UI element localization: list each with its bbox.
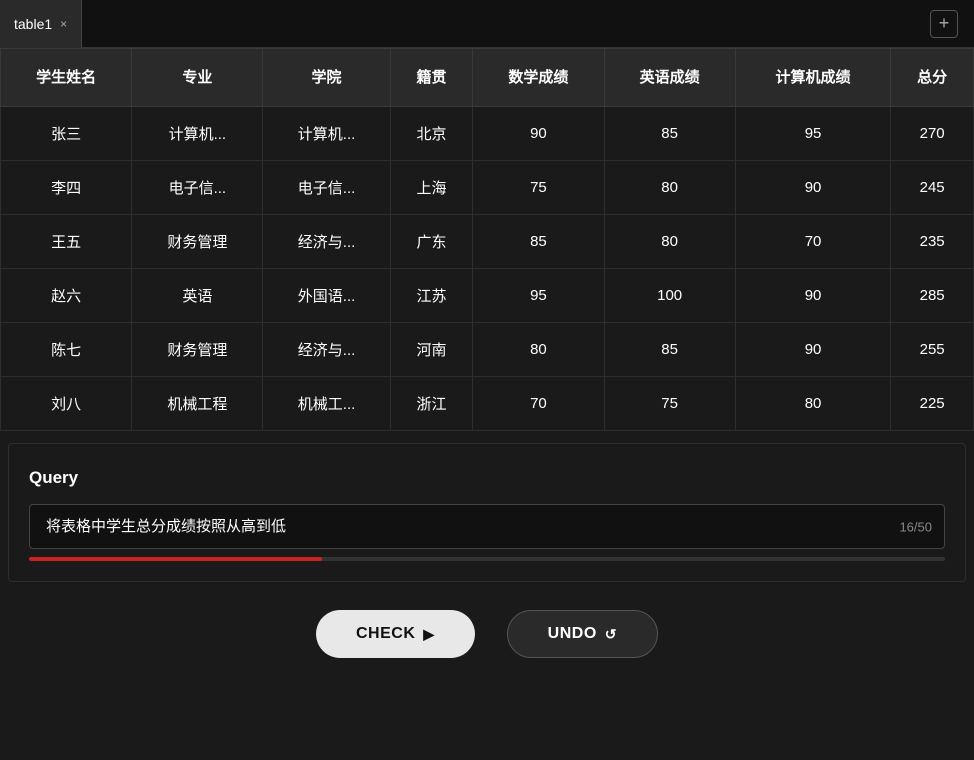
table-cell: 陈七 [1,323,132,377]
table-cell: 经济与... [263,323,390,377]
undo-icon: ↺ [605,626,617,643]
query-progress-fill [29,557,322,561]
table-cell: 90 [473,107,604,161]
table-row: 刘八机械工程机械工...浙江707580225 [1,377,974,431]
table-cell: 80 [604,161,735,215]
button-row: CHECK ▶ UNDO ↺ [0,610,974,658]
data-table: 学生姓名专业学院籍贯数学成绩英语成绩计算机成绩总分 张三计算机...计算机...… [0,48,974,431]
table-cell: 计算机... [132,107,263,161]
table-cell: 经济与... [263,215,390,269]
table-cell: 80 [473,323,604,377]
table-cell: 75 [473,161,604,215]
table-cell: 李四 [1,161,132,215]
query-input-wrapper: 16/50 [29,504,945,549]
query-counter: 16/50 [899,519,932,534]
tab-add-button[interactable]: + [930,10,958,38]
table-cell: 财务管理 [132,215,263,269]
table-cell: 85 [604,107,735,161]
table-cell: 95 [473,269,604,323]
table-cell: 外国语... [263,269,390,323]
table-cell: 255 [891,323,974,377]
table-cell: 机械工程 [132,377,263,431]
table-container: 学生姓名专业学院籍贯数学成绩英语成绩计算机成绩总分 张三计算机...计算机...… [0,48,974,431]
tab-label: table1 [14,16,52,32]
check-icon: ▶ [423,626,434,643]
table-cell: 90 [735,269,891,323]
table-cell: 95 [735,107,891,161]
query-input[interactable] [46,517,884,534]
table-cell: 90 [735,323,891,377]
table-cell: 85 [604,323,735,377]
tab-table1[interactable]: table1 × [0,0,82,48]
tab-close-icon[interactable]: × [60,18,67,30]
table-row: 陈七财务管理经济与...河南808590255 [1,323,974,377]
table-header-cell: 籍贯 [390,49,473,107]
table-header-cell: 数学成绩 [473,49,604,107]
table-cell: 计算机... [263,107,390,161]
table-cell: 70 [473,377,604,431]
table-cell: 85 [473,215,604,269]
tab-bar: table1 × + [0,0,974,48]
table-cell: 江苏 [390,269,473,323]
table-cell: 75 [604,377,735,431]
query-label: Query [29,468,945,488]
table-header-cell: 学生姓名 [1,49,132,107]
table-row: 赵六英语外国语...江苏9510090285 [1,269,974,323]
check-button-label: CHECK [356,625,415,643]
table-row: 张三计算机...计算机...北京908595270 [1,107,974,161]
table-header-cell: 学院 [263,49,390,107]
table-cell: 英语 [132,269,263,323]
table-cell: 电子信... [132,161,263,215]
table-cell: 80 [735,377,891,431]
query-progress-bar [29,557,945,561]
check-button[interactable]: CHECK ▶ [316,610,475,658]
table-cell: 张三 [1,107,132,161]
table-cell: 90 [735,161,891,215]
table-cell: 70 [735,215,891,269]
table-cell: 电子信... [263,161,390,215]
table-cell: 100 [604,269,735,323]
query-section: Query 16/50 [8,443,966,582]
table-cell: 河南 [390,323,473,377]
table-cell: 广东 [390,215,473,269]
table-cell: 285 [891,269,974,323]
table-header-row: 学生姓名专业学院籍贯数学成绩英语成绩计算机成绩总分 [1,49,974,107]
table-cell: 刘八 [1,377,132,431]
table-header-cell: 总分 [891,49,974,107]
table-header-cell: 专业 [132,49,263,107]
table-row: 王五财务管理经济与...广东858070235 [1,215,974,269]
table-header-cell: 英语成绩 [604,49,735,107]
table-cell: 80 [604,215,735,269]
table-cell: 财务管理 [132,323,263,377]
table-row: 李四电子信...电子信...上海758090245 [1,161,974,215]
table-cell: 机械工... [263,377,390,431]
table-cell: 235 [891,215,974,269]
table-cell: 赵六 [1,269,132,323]
table-cell: 北京 [390,107,473,161]
table-cell: 上海 [390,161,473,215]
table-cell: 270 [891,107,974,161]
table-cell: 浙江 [390,377,473,431]
undo-button[interactable]: UNDO ↺ [507,610,658,658]
table-cell: 王五 [1,215,132,269]
undo-button-label: UNDO [548,625,597,643]
table-cell: 225 [891,377,974,431]
table-header-cell: 计算机成绩 [735,49,891,107]
table-cell: 245 [891,161,974,215]
